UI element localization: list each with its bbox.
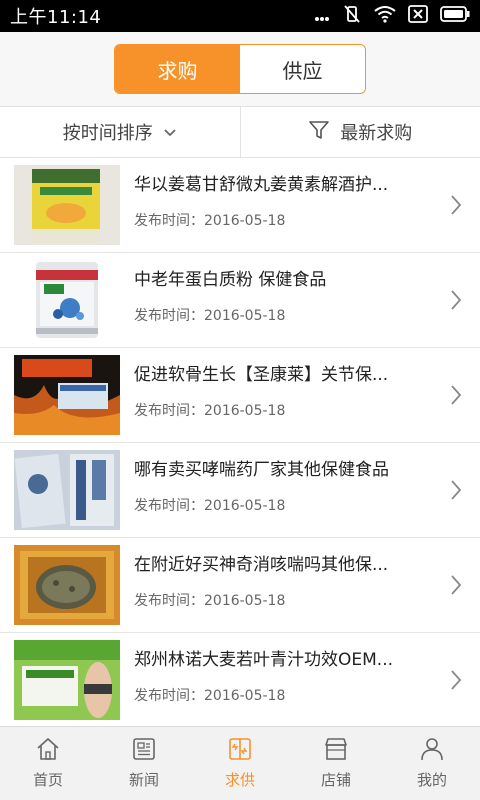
item-date: 发布时间：2016-05-18 (134, 688, 286, 704)
list-item[interactable]: 促进软骨生长【圣康莱】关节保... 发布时间：2016-05-18 (0, 348, 480, 443)
chevron-right-icon (450, 669, 462, 695)
item-date: 发布时间：2016-05-18 (134, 403, 286, 419)
list-item[interactable]: 郑州林诺大麦若叶青汁功效OEM... 发布时间：2016-05-18 (0, 633, 480, 726)
item-title: 促进软骨生长【圣康莱】关节保... (134, 365, 389, 385)
list-item[interactable]: 中老年蛋白质粉 保健食品 发布时间：2016-05-18 (0, 253, 480, 348)
latest-purchase-filter-button[interactable]: 最新求购 (241, 107, 480, 157)
product-thumbnail (14, 450, 120, 530)
nav-label-profile: 我的 (416, 771, 447, 789)
profile-icon (419, 737, 445, 765)
item-date: 发布时间：2016-05-18 (134, 593, 286, 609)
segment-control: 求购 供应 (114, 44, 366, 94)
chevron-right-icon (450, 194, 462, 220)
list-item[interactable]: 哪有卖买哮喘药厂家其他保健食品 发布时间：2016-05-18 (0, 443, 480, 538)
chevron-right-icon (450, 574, 462, 600)
nav-item-home[interactable]: 首页 (0, 727, 96, 800)
purchase-list: 华以姜葛甘舒微丸姜黄素解酒护... 发布时间：2016-05-18 中老年蛋白质… (0, 158, 480, 726)
nav-item-store[interactable]: 店铺 (288, 727, 384, 800)
battery-icon (440, 6, 470, 26)
nav-item-news[interactable]: 新闻 (96, 727, 192, 800)
mute-vibrate-icon (342, 4, 362, 28)
tab-supply[interactable]: 供应 (240, 45, 365, 93)
product-thumbnail (14, 545, 120, 625)
item-date: 发布时间：2016-05-18 (134, 213, 286, 229)
item-title: 中老年蛋白质粉 保健食品 (134, 270, 327, 290)
chevron-right-icon (450, 479, 462, 505)
store-icon (323, 737, 349, 765)
nav-label-store: 店铺 (320, 771, 351, 789)
bottom-nav: 首页 新闻 求供 店铺 我的 (0, 726, 480, 800)
product-thumbnail (14, 355, 120, 435)
no-sim-icon (408, 5, 428, 27)
news-icon (131, 737, 157, 765)
status-time: 上午11:14 (10, 7, 102, 28)
item-date: 发布时间：2016-05-18 (134, 498, 286, 514)
filter-bar: 按时间排序 最新求购 (0, 106, 480, 158)
list-item[interactable]: 在附近好买神奇消咳喘吗其他保... 发布时间：2016-05-18 (0, 538, 480, 633)
item-title: 华以姜葛甘舒微丸姜黄素解酒护... (134, 175, 389, 195)
tab-purchase[interactable]: 求购 (115, 45, 240, 93)
chevron-right-icon (450, 384, 462, 410)
item-date: 发布时间：2016-05-18 (134, 308, 286, 324)
more-dots-icon (314, 7, 330, 26)
list-item[interactable]: 华以姜葛甘舒微丸姜黄素解酒护... 发布时间：2016-05-18 (0, 158, 480, 253)
status-icons (314, 4, 470, 28)
item-title: 郑州林诺大麦若叶青汁功效OEM... (134, 650, 394, 670)
home-icon (35, 737, 61, 765)
wifi-icon (374, 5, 396, 27)
supply-demand-icon (227, 737, 253, 765)
chevron-right-icon (450, 289, 462, 315)
sort-label: 按时间排序 (62, 123, 153, 144)
nav-label-home: 首页 (32, 771, 63, 789)
nav-label-news: 新闻 (128, 771, 159, 789)
product-thumbnail (14, 165, 120, 245)
product-thumbnail (14, 640, 120, 720)
chevron-down-icon (163, 122, 177, 143)
filter-icon (308, 119, 330, 146)
item-title: 在附近好买神奇消咳喘吗其他保... (134, 555, 389, 575)
sort-by-time-button[interactable]: 按时间排序 (0, 107, 240, 157)
nav-item-profile[interactable]: 我的 (384, 727, 480, 800)
nav-label-supply-demand: 求供 (224, 771, 255, 789)
product-thumbnail (14, 260, 120, 340)
status-bar: 上午11:14 (0, 0, 480, 32)
latest-purchase-label: 最新求购 (340, 123, 413, 144)
nav-item-supply-demand[interactable]: 求供 (192, 727, 288, 800)
item-title: 哪有卖买哮喘药厂家其他保健食品 (134, 460, 389, 480)
header-segment-area: 求购 供应 (0, 32, 480, 106)
